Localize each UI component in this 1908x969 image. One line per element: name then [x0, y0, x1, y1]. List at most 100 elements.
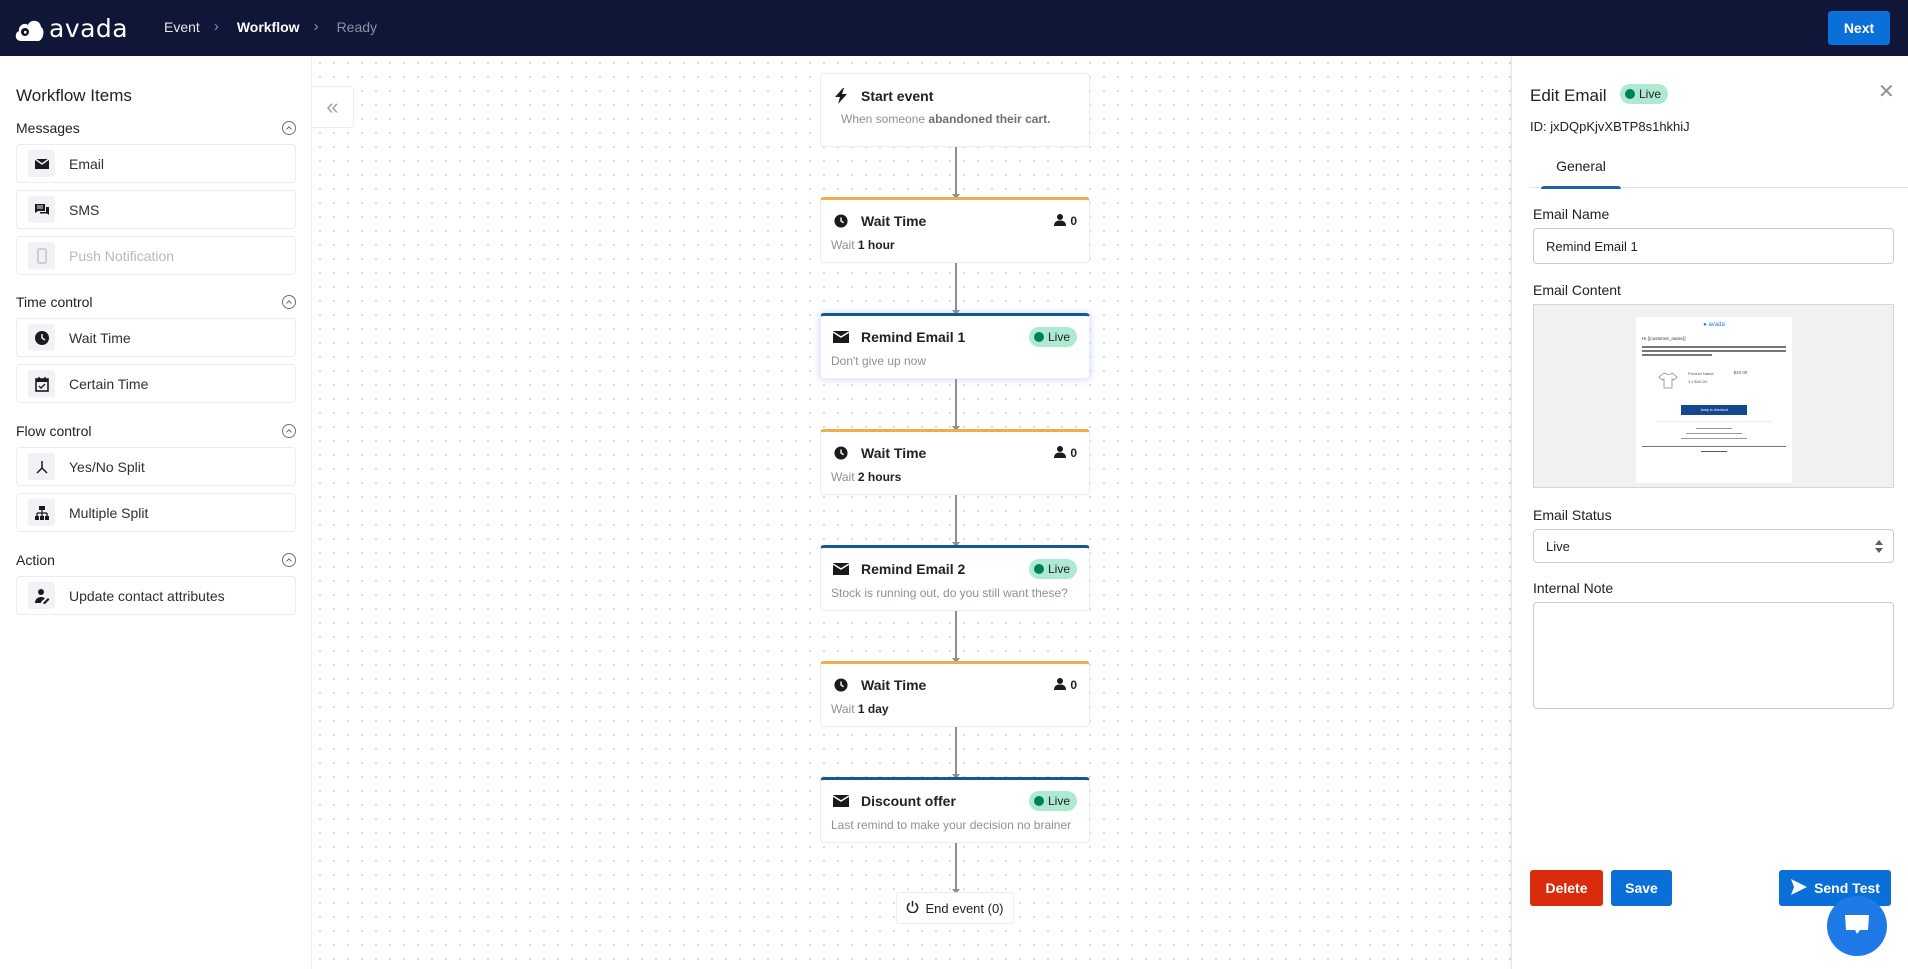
node-title: Remind Email 1: [861, 329, 1029, 345]
preview-text-line: [1642, 354, 1712, 356]
node-title: Discount offer: [861, 793, 1029, 809]
brand-logo[interactable]: avada: [13, 14, 128, 43]
calendar-check-icon: [28, 370, 55, 397]
chevron-right-icon: ›: [314, 18, 319, 35]
node-title: Remind Email 2: [861, 561, 1029, 577]
wait-duration: 1 day: [858, 702, 889, 716]
end-event-node[interactable]: End event (0): [896, 892, 1014, 924]
email-node-remind-email-1[interactable]: Remind Email 1 Live Don't give up now: [820, 313, 1090, 379]
select-arrows-icon: [1875, 540, 1883, 554]
status-text: Live: [1639, 87, 1661, 101]
edit-email-panel: Edit Email Live ✕ ID: jxDQpKjvXBTP8s1hkh…: [1511, 56, 1908, 969]
email-name-input[interactable]: [1533, 228, 1894, 264]
node-title: Wait Time: [861, 213, 1054, 229]
sidebar-item-multiple-split[interactable]: Multiple Split: [16, 493, 296, 532]
sidebar-item-yes-no-split[interactable]: Yes/No Split: [16, 447, 296, 486]
envelope-icon: [833, 561, 849, 577]
section-title: Action: [16, 552, 55, 568]
panel-title: Edit Email: [1530, 86, 1607, 106]
preview-divider: [1656, 421, 1772, 422]
send-test-label: Send Test: [1814, 880, 1880, 896]
end-event-label: End event (0): [925, 901, 1003, 916]
connector-line: [955, 843, 957, 892]
internal-note-textarea[interactable]: [1533, 602, 1894, 709]
status-badge: Live: [1620, 84, 1668, 104]
clock-icon: [833, 445, 849, 461]
sidebar-item-email[interactable]: Email: [16, 144, 296, 183]
preview-footer-line: [1701, 451, 1727, 452]
chat-support-button[interactable]: [1827, 896, 1887, 956]
status-badge: Live: [1029, 327, 1077, 347]
breadcrumb-ready[interactable]: Ready: [337, 19, 377, 35]
user-edit-icon: [28, 582, 55, 609]
email-node-discount-offer[interactable]: Discount offer Live Last remind to make …: [820, 777, 1090, 843]
collapse-up-icon[interactable]: [282, 121, 296, 135]
sidebar-item-update-contact-attributes[interactable]: Update contact attributes: [16, 576, 296, 615]
connector-line: [955, 495, 957, 545]
preview-product-row: Product Name1 x $40.00 $40.00: [1658, 370, 1792, 395]
sidebar-item-certain-time[interactable]: Certain Time: [16, 364, 296, 403]
item-label: Email: [69, 156, 104, 172]
item-label: SMS: [69, 202, 99, 218]
preview-footer-line: [1696, 428, 1732, 429]
node-description: Wait 2 hours: [821, 470, 1089, 484]
preview-footer-line: [1681, 438, 1747, 439]
tab-general[interactable]: General: [1541, 144, 1621, 188]
status-badge: Live: [1029, 791, 1077, 811]
preview-logo: ● avada: [1636, 322, 1792, 328]
top-bar: avada Event › Workflow › Ready Next: [0, 0, 1908, 56]
breadcrumb-workflow[interactable]: Workflow: [237, 19, 300, 35]
power-icon: [906, 900, 919, 916]
preview-product-name: Product Name: [1688, 371, 1714, 376]
breadcrumb-event[interactable]: Event: [164, 19, 200, 35]
desc-text: Wait: [831, 470, 855, 484]
selected-value: Live: [1546, 539, 1570, 554]
email-name-label: Email Name: [1533, 206, 1609, 222]
wait-time-node[interactable]: Wait Time 0 Wait 2 hours: [820, 429, 1090, 495]
section-messages: Messages Email SMS Push Notification: [16, 118, 296, 275]
collapse-up-icon[interactable]: [282, 424, 296, 438]
status-badge: Live: [1029, 559, 1077, 579]
wait-time-node[interactable]: Wait Time 0 Wait 1 hour: [820, 197, 1090, 263]
clock-icon: [28, 324, 55, 351]
sidebar-item-push-notification[interactable]: Push Notification: [16, 236, 296, 275]
section-flow-control: Flow control Yes/No Split Multiple Split: [16, 421, 296, 532]
status-text: Live: [1048, 330, 1070, 344]
status-text: Live: [1048, 562, 1070, 576]
wait-duration: 1 hour: [858, 238, 895, 252]
brand-name: avada: [49, 14, 128, 43]
envelope-icon: [833, 329, 849, 345]
sitemap-icon: [28, 499, 55, 526]
sidebar-title: Workflow Items: [16, 86, 132, 106]
next-button[interactable]: Next: [1828, 11, 1890, 45]
section-title: Flow control: [16, 423, 91, 439]
start-event-node[interactable]: Start event When someone abandoned their…: [820, 73, 1090, 147]
count-value: 0: [1070, 678, 1077, 692]
desc-bold: abandoned their cart.: [928, 112, 1050, 126]
email-status-select[interactable]: Live: [1533, 529, 1894, 563]
email-content-label: Email Content: [1533, 282, 1621, 298]
item-label: Push Notification: [69, 248, 174, 264]
delete-button[interactable]: Delete: [1530, 870, 1603, 906]
collapse-up-icon[interactable]: [282, 295, 296, 309]
sidebar-item-wait-time[interactable]: Wait Time: [16, 318, 296, 357]
wait-time-node[interactable]: Wait Time 0 Wait 1 day: [820, 661, 1090, 727]
node-description: Don't give up now: [821, 354, 1089, 368]
sidebar-item-sms[interactable]: SMS: [16, 190, 296, 229]
email-node-remind-email-2[interactable]: Remind Email 2 Live Stock is running out…: [820, 545, 1090, 611]
user-icon: [1054, 214, 1066, 229]
preview-product-info: Product Name1 x $40.00: [1688, 370, 1714, 386]
email-content-preview[interactable]: ● avada Hi {{customer_name}} Product Nam…: [1533, 304, 1894, 488]
section-title: Time control: [16, 294, 93, 310]
chevron-right-icon: ›: [214, 18, 219, 35]
status-text: Live: [1048, 794, 1070, 808]
chat-bubble-icon: [1843, 912, 1871, 941]
close-icon[interactable]: ✕: [1878, 84, 1894, 100]
double-chevron-left-icon: «: [326, 94, 338, 120]
save-button[interactable]: Save: [1611, 870, 1672, 906]
item-label: Update contact attributes: [69, 588, 225, 604]
collapse-sidebar-button[interactable]: «: [312, 86, 354, 128]
collapse-up-icon[interactable]: [282, 553, 296, 567]
desc-text: When someone: [841, 112, 928, 126]
status-dot: [1034, 796, 1044, 806]
